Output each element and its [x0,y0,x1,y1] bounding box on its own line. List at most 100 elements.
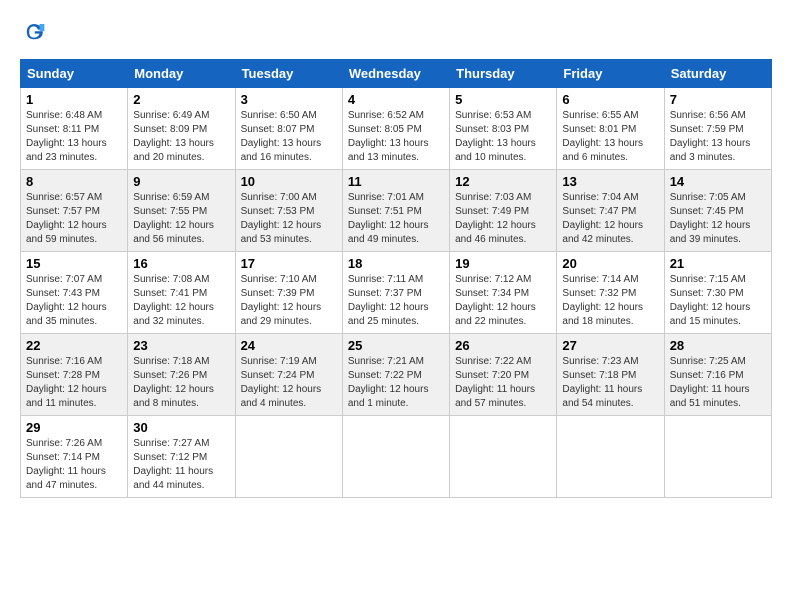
week-row-3: 15 Sunrise: 7:07 AMSunset: 7:43 PMDayligh… [21,252,772,334]
day-info: Sunrise: 6:53 AMSunset: 8:03 PMDaylight:… [455,109,551,165]
calendar-cell: 17Sunrise: 7:10 AMSunset: 7:39 PMDayligh… [235,252,342,334]
day-number: 21 [670,256,766,271]
day-number: 16 [133,256,229,271]
calendar-cell: 8 Sunrise: 6:57 AMSunset: 7:57 PMDaylight… [21,170,128,252]
calendar-cell: 18 Sunrise: 7:11 AMSunset: 7:37 PMDayligh… [342,252,449,334]
calendar-cell: 21 Sunrise: 7:15 AMSunset: 7:30 PMDayligh… [664,252,771,334]
calendar-cell: 24 Sunrise: 7:19 AMSunset: 7:24 PMDayligh… [235,334,342,416]
calendar-cell: 4 Sunrise: 6:52 AMSunset: 8:05 PMDaylight… [342,88,449,170]
day-number: 2 [133,92,229,107]
calendar-cell: 7Sunrise: 6:56 AMSunset: 7:59 PMDaylight… [664,88,771,170]
week-row-1: 1 Sunrise: 6:48 AMSunset: 8:11 PMDaylight… [21,88,772,170]
calendar-cell: 12Sunrise: 7:03 AMSunset: 7:49 PMDayligh… [450,170,557,252]
calendar-header-row: Sunday Monday Tuesday Wednesday Thursday… [21,60,772,88]
day-info: Sunrise: 7:01 AMSunset: 7:51 PMDaylight:… [348,191,444,247]
day-info: Sunrise: 6:48 AMSunset: 8:11 PMDaylight:… [26,109,122,165]
day-number: 19 [455,256,551,271]
day-number: 22 [26,338,122,353]
calendar-cell: 29 Sunrise: 7:26 AMSunset: 7:14 PMDayligh… [21,416,128,498]
calendar-cell: 9 Sunrise: 6:59 AMSunset: 7:55 PMDaylight… [128,170,235,252]
day-info: Sunrise: 7:19 AMSunset: 7:24 PMDaylight:… [241,355,337,411]
day-info: Sunrise: 7:15 AMSunset: 7:30 PMDaylight:… [670,273,766,329]
calendar-cell [557,416,664,498]
day-info: Sunrise: 7:26 AMSunset: 7:14 PMDaylight:… [26,437,122,493]
calendar-cell: 6 Sunrise: 6:55 AMSunset: 8:01 PMDaylight… [557,88,664,170]
day-number: 10 [241,174,337,189]
week-row-4: 22 Sunrise: 7:16 AMSunset: 7:28 PMDayligh… [21,334,772,416]
calendar-cell: 13 Sunrise: 7:04 AMSunset: 7:47 PMDayligh… [557,170,664,252]
day-number: 24 [241,338,337,353]
day-info: Sunrise: 7:11 AMSunset: 7:37 PMDaylight:… [348,273,444,329]
calendar-cell [450,416,557,498]
calendar-cell: 11 Sunrise: 7:01 AMSunset: 7:51 PMDayligh… [342,170,449,252]
day-info: Sunrise: 6:55 AMSunset: 8:01 PMDaylight:… [562,109,658,165]
calendar-cell: 15 Sunrise: 7:07 AMSunset: 7:43 PMDayligh… [21,252,128,334]
day-number: 13 [562,174,658,189]
day-number: 6 [562,92,658,107]
day-info: Sunrise: 7:27 AMSunset: 7:12 PMDaylight:… [133,437,229,493]
calendar-cell: 20 Sunrise: 7:14 AMSunset: 7:32 PMDayligh… [557,252,664,334]
day-number: 23 [133,338,229,353]
calendar-cell: 14 Sunrise: 7:05 AMSunset: 7:45 PMDayligh… [664,170,771,252]
day-info: Sunrise: 7:08 AMSunset: 7:41 PMDaylight:… [133,273,229,329]
day-info: Sunrise: 7:07 AMSunset: 7:43 PMDaylight:… [26,273,122,329]
calendar-cell: 19Sunrise: 7:12 AMSunset: 7:34 PMDayligh… [450,252,557,334]
calendar-cell [342,416,449,498]
col-monday: Monday [128,60,235,88]
day-info: Sunrise: 6:52 AMSunset: 8:05 PMDaylight:… [348,109,444,165]
day-info: Sunrise: 7:05 AMSunset: 7:45 PMDaylight:… [670,191,766,247]
calendar-cell: 30 Sunrise: 7:27 AMSunset: 7:12 PMDayligh… [128,416,235,498]
day-number: 25 [348,338,444,353]
calendar-cell: 23 Sunrise: 7:18 AMSunset: 7:26 PMDayligh… [128,334,235,416]
day-info: Sunrise: 6:50 AMSunset: 8:07 PMDaylight:… [241,109,337,165]
calendar-cell: 1 Sunrise: 6:48 AMSunset: 8:11 PMDaylight… [21,88,128,170]
day-info: Sunrise: 7:14 AMSunset: 7:32 PMDaylight:… [562,273,658,329]
day-info: Sunrise: 7:25 AMSunset: 7:16 PMDaylight:… [670,355,766,411]
week-row-2: 8 Sunrise: 6:57 AMSunset: 7:57 PMDaylight… [21,170,772,252]
day-number: 26 [455,338,551,353]
calendar-cell: 26 Sunrise: 7:22 AMSunset: 7:20 PMDayligh… [450,334,557,416]
day-number: 20 [562,256,658,271]
day-number: 3 [241,92,337,107]
day-number: 15 [26,256,122,271]
day-number: 4 [348,92,444,107]
col-thursday: Thursday [450,60,557,88]
week-row-5: 29 Sunrise: 7:26 AMSunset: 7:14 PMDayligh… [21,416,772,498]
day-info: Sunrise: 6:49 AMSunset: 8:09 PMDaylight:… [133,109,229,165]
calendar-cell: 2 Sunrise: 6:49 AMSunset: 8:09 PMDaylight… [128,88,235,170]
day-number: 30 [133,420,229,435]
day-number: 28 [670,338,766,353]
day-number: 1 [26,92,122,107]
day-info: Sunrise: 6:57 AMSunset: 7:57 PMDaylight:… [26,191,122,247]
day-number: 29 [26,420,122,435]
day-info: Sunrise: 6:59 AMSunset: 7:55 PMDaylight:… [133,191,229,247]
day-info: Sunrise: 7:18 AMSunset: 7:26 PMDaylight:… [133,355,229,411]
calendar-cell: 28 Sunrise: 7:25 AMSunset: 7:16 PMDayligh… [664,334,771,416]
calendar-cell: 16 Sunrise: 7:08 AMSunset: 7:41 PMDayligh… [128,252,235,334]
col-friday: Friday [557,60,664,88]
day-number: 11 [348,174,444,189]
col-sunday: Sunday [21,60,128,88]
day-info: Sunrise: 7:00 AMSunset: 7:53 PMDaylight:… [241,191,337,247]
calendar-cell: 3 Sunrise: 6:50 AMSunset: 8:07 PMDaylight… [235,88,342,170]
day-number: 8 [26,174,122,189]
day-number: 14 [670,174,766,189]
day-number: 18 [348,256,444,271]
col-saturday: Saturday [664,60,771,88]
calendar-cell: 27Sunrise: 7:23 AMSunset: 7:18 PMDayligh… [557,334,664,416]
day-number: 27 [562,338,658,353]
day-info: Sunrise: 7:16 AMSunset: 7:28 PMDaylight:… [26,355,122,411]
logo [20,20,50,49]
day-info: Sunrise: 7:22 AMSunset: 7:20 PMDaylight:… [455,355,551,411]
day-number: 9 [133,174,229,189]
col-tuesday: Tuesday [235,60,342,88]
day-info: Sunrise: 7:21 AMSunset: 7:22 PMDaylight:… [348,355,444,411]
calendar-cell: 25 Sunrise: 7:21 AMSunset: 7:22 PMDayligh… [342,334,449,416]
page-header [20,20,772,49]
col-wednesday: Wednesday [342,60,449,88]
day-number: 12 [455,174,551,189]
calendar-cell: 5Sunrise: 6:53 AMSunset: 8:03 PMDaylight… [450,88,557,170]
day-info: Sunrise: 7:04 AMSunset: 7:47 PMDaylight:… [562,191,658,247]
calendar-cell [235,416,342,498]
logo-icon [22,20,46,44]
